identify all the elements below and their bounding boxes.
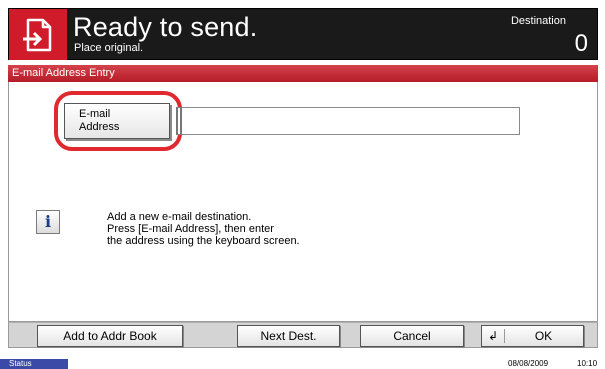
email-address-button-label-line1: E-mail [79, 108, 111, 120]
header-title: Ready to send. [73, 12, 258, 42]
status-tab[interactable]: Status [0, 359, 68, 369]
info-icon: i [36, 210, 60, 234]
destination-label: Destination [510, 15, 566, 27]
screen: Ready to send. Place original. Destinati… [0, 0, 605, 369]
send-document-icon [9, 9, 67, 60]
screen-title: E-mail Address Entry [8, 65, 598, 82]
destination-count: 0 [574, 30, 588, 57]
email-address-button-label-line2: Address [79, 121, 120, 133]
ok-button[interactable]: ↲ OK [481, 325, 584, 347]
header-bar: Ready to send. Place original. Destinati… [8, 8, 598, 60]
status-time: 10:10 [577, 359, 598, 368]
add-to-addr-book-button[interactable]: Add to Addr Book [37, 325, 183, 347]
info-line-3: the address using the keyboard screen. [107, 235, 300, 247]
info-line-1: Add a new e-mail destination. [107, 211, 252, 223]
status-date: 08/08/2009 [508, 359, 549, 368]
ok-button-label: OK [534, 329, 553, 343]
info-message: Add a new e-mail destination. Press [E-m… [107, 211, 367, 247]
email-address-field[interactable] [176, 107, 520, 135]
next-dest-button[interactable]: Next Dest. [237, 325, 340, 347]
header-subtitle: Place original. [74, 42, 144, 54]
email-address-button[interactable]: E-mail Address [64, 103, 170, 139]
info-line-2: Press [E-mail Address], then enter [107, 223, 274, 235]
cancel-button[interactable]: Cancel [360, 325, 464, 347]
